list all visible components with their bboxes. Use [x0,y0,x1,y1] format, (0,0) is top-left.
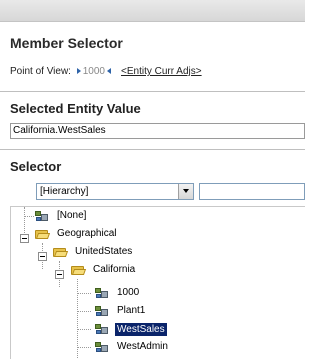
hierarchy-dropdown-value: [Hierarchy] [40,186,89,197]
collapse-icon[interactable] [20,234,29,243]
folder-open-icon [35,229,51,239]
tree-item-label: WestAdmin [117,341,168,352]
member-icon [35,211,49,222]
tree-connector [77,329,91,330]
tree-item-label: UnitedStates [75,246,133,257]
hierarchy-dropdown[interactable]: [Hierarchy] [36,183,194,200]
folder-open-icon [71,265,87,275]
member-icon [95,306,109,317]
member-icon [95,342,109,353]
tree-item-label: California [93,264,136,275]
selected-entity-heading: Selected Entity Value [10,101,141,116]
member-tree: [None] Geographical UnitedStates Califor… [10,206,305,359]
tree-item-label: 1000 [117,287,140,298]
tree-connector [24,216,34,217]
collapse-icon[interactable] [55,270,64,279]
folder-open-icon [53,247,69,257]
pov-collapse-icon[interactable] [107,67,111,74]
tree-connector [77,293,91,294]
chevron-down-icon[interactable] [178,184,193,199]
divider [0,149,305,150]
pov-value: 1000 [82,66,105,77]
member-icon [95,288,109,299]
pov-label: Point of View: [10,66,71,77]
selector-heading: Selector [10,159,62,174]
search-input[interactable] [199,183,305,200]
member-icon [95,324,109,335]
tree-item-label: Geographical [57,228,117,239]
pov-expand-icon[interactable] [76,67,81,74]
pov-link[interactable]: <Entity Curr Adjs> [121,66,202,77]
tree-connector [77,347,91,348]
top-bar [0,0,305,22]
point-of-view: Point of View: 1000 <Entity Curr Adjs> [10,66,202,80]
tree-connector [77,311,91,312]
collapse-icon[interactable] [38,252,47,261]
page-title: Member Selector [10,35,123,51]
tree-item-label: Plant1 [117,305,146,316]
selected-entity-field[interactable]: California.WestSales [10,123,305,139]
tree-item-label: [None] [57,210,87,221]
tree-item-label-selected: WestSales [115,323,167,336]
divider [0,91,305,92]
